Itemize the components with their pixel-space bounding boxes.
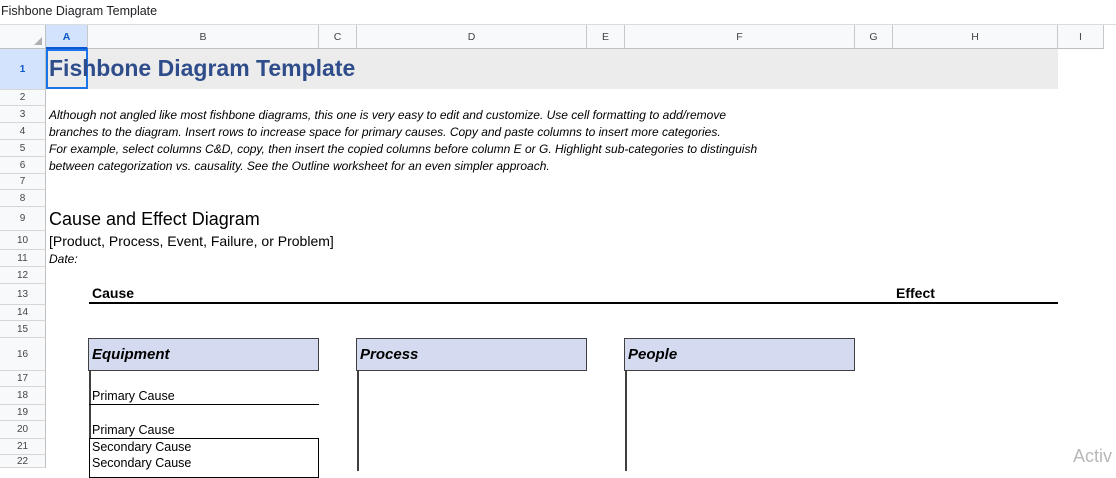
page-title: Fishbone Diagram Template (49, 55, 356, 81)
row-header-10[interactable]: 10 (0, 231, 46, 250)
column-header-f[interactable]: F (625, 25, 855, 49)
description-line-3: For example, select columns C&D, copy, t… (49, 142, 758, 156)
column-header-i[interactable]: I (1058, 25, 1104, 49)
select-all-corner[interactable] (0, 25, 46, 49)
window-title: Fishbone Diagram Template (0, 0, 1116, 25)
diagram-heading: Cause and Effect Diagram (49, 209, 260, 229)
category-label: People (628, 346, 678, 363)
column-header-b[interactable]: B (88, 25, 319, 49)
category-process[interactable]: Process (356, 338, 587, 371)
fishbone-spine (89, 302, 1058, 304)
primary-cause-2[interactable]: Primary Cause (92, 423, 175, 437)
category-label: Process (360, 346, 419, 363)
row-header-18[interactable]: 18 (0, 387, 46, 405)
spreadsheet-grid[interactable]: Fishbone Diagram Template Although not a… (46, 49, 1116, 478)
row-header-17[interactable]: 17 (0, 371, 46, 387)
row-header-12[interactable]: 12 (0, 267, 46, 284)
cause-label: Cause (92, 285, 135, 301)
column-header-g[interactable]: G (855, 25, 893, 49)
row-header-2[interactable]: 2 (0, 90, 46, 106)
row-header-15[interactable]: 15 (0, 321, 46, 338)
row-header-4[interactable]: 4 (0, 123, 46, 140)
diagram-subheading: [Product, Process, Event, Failure, or Pr… (49, 233, 334, 249)
category-equipment[interactable]: Equipment (88, 338, 319, 371)
row-header-19[interactable]: 19 (0, 405, 46, 421)
category-label: Equipment (92, 346, 170, 363)
secondary-cause-1[interactable]: Secondary Cause (92, 440, 191, 454)
primary-cause-underline (89, 404, 319, 405)
row-header-1[interactable]: 1 (0, 49, 46, 90)
description-line-2: branches to the diagram. Insert rows to … (49, 125, 721, 139)
activation-watermark: Activ (1073, 446, 1113, 466)
row-header-3[interactable]: 3 (0, 106, 46, 123)
column-header-h[interactable]: H (893, 25, 1058, 49)
row-header-8[interactable]: 8 (0, 190, 46, 207)
row-header-6[interactable]: 6 (0, 157, 46, 174)
column-headers: A B C D E F G H I (46, 25, 1116, 49)
branch-line-people (625, 371, 627, 471)
column-header-c[interactable]: C (319, 25, 357, 49)
row-header-16[interactable]: 16 (0, 338, 46, 371)
category-people[interactable]: People (624, 338, 855, 371)
effect-label: Effect (896, 285, 935, 301)
row-header-11[interactable]: 11 (0, 250, 46, 267)
row-header-9[interactable]: 9 (0, 207, 46, 231)
row-header-22[interactable]: 22 (0, 455, 46, 468)
column-header-a[interactable]: A (46, 25, 88, 49)
branch-line-process (357, 371, 359, 471)
row-header-7[interactable]: 7 (0, 174, 46, 190)
description-line-1: Although not angled like most fishbone d… (49, 108, 727, 122)
column-header-e[interactable]: E (587, 25, 625, 49)
description-line-4: between categorization vs. causality. Se… (49, 159, 550, 173)
primary-cause-1[interactable]: Primary Cause (92, 389, 175, 403)
row-header-20[interactable]: 20 (0, 421, 46, 439)
row-header-14[interactable]: 14 (0, 305, 46, 321)
row-header-13[interactable]: 13 (0, 284, 46, 305)
row-header-5[interactable]: 5 (0, 140, 46, 157)
row-header-21[interactable]: 21 (0, 439, 46, 455)
date-label: Date: (49, 252, 78, 266)
column-header-d[interactable]: D (357, 25, 587, 49)
